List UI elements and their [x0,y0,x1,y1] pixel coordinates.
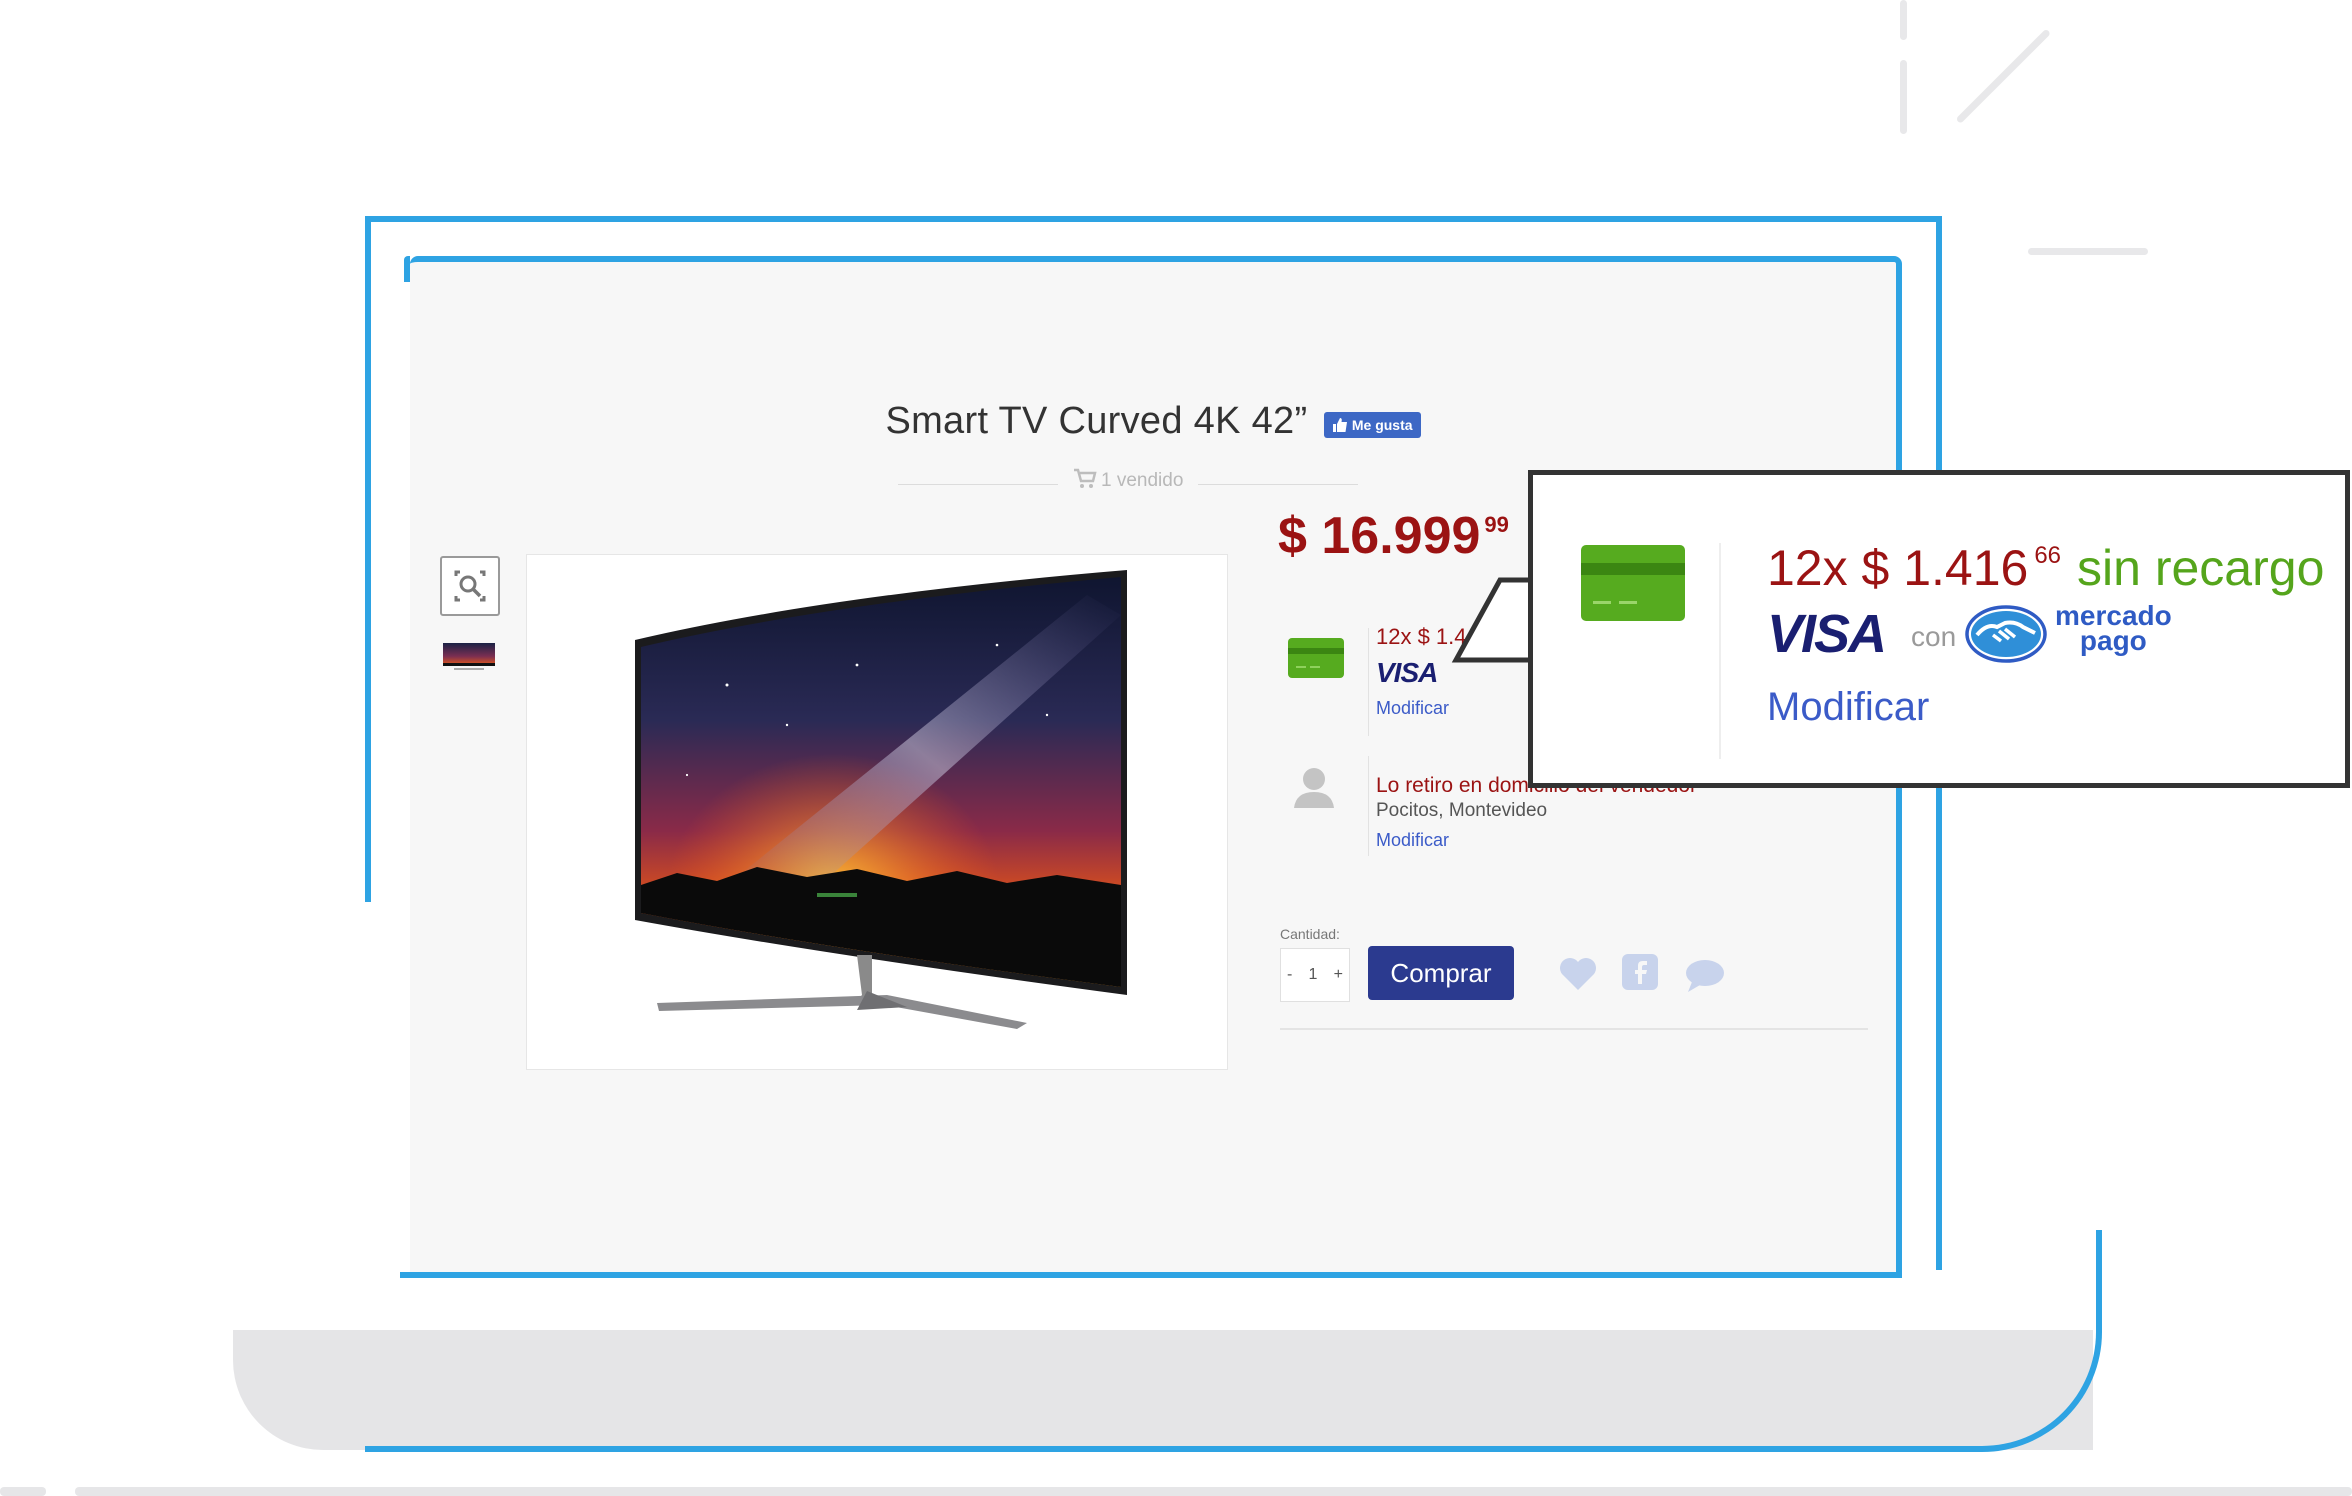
zoom-thumbnail[interactable] [440,556,500,616]
tv-image [635,570,1127,1029]
pickup-location: Pocitos, Montevideo [1376,800,1548,821]
quantity-stepper[interactable]: - 1 + [1280,948,1350,1002]
quantity-decrease-button[interactable]: - [1287,966,1292,984]
cart-icon [1073,468,1097,488]
decor-stroke-horizontal [2028,248,2148,255]
zoom-icon [454,570,486,602]
handshake-icon [1965,605,2047,668]
thumbs-up-icon [1332,417,1347,432]
modify-payment-link[interactable]: Modificar [1767,685,1929,730]
modify-pickup-link[interactable]: Modificar [1376,830,1449,851]
page-title: Smart TV Curved 4K 42” [885,400,1308,442]
title-row: Smart TV Curved 4K 42” Me gusta [410,400,1896,443]
payment-zoom-callout: 12x $ 1.416 66 sin recargo VISA con mercad… [1528,470,2350,788]
decor-stroke-vertical [1900,0,1907,40]
heart-icon[interactable] [1558,956,1598,997]
comment-icon[interactable] [1684,958,1726,999]
quantity-label: Cantidad: [1280,926,1340,942]
quantity-value[interactable]: 1 [1309,966,1318,984]
sold-count: 1 vendido [898,468,1358,498]
product-image[interactable] [526,554,1228,1070]
decor-stroke-diagonal [1955,28,2051,124]
visa-logo: VISA [1767,604,1887,664]
floor-line [75,1487,2352,1496]
callout-pointer [1451,577,1540,663]
mercado-pago-logo: mercado pago [2055,600,2172,656]
con-label: con [1911,621,1957,652]
buy-button[interactable]: Comprar [1368,946,1514,1000]
facebook-icon[interactable] [1622,954,1658,995]
credit-card-icon [1581,545,1685,626]
installments-text: 12x $ 1.416 66 sin recargo [1767,540,2325,596]
tv-thumbnail[interactable] [440,637,498,677]
modify-payment-link[interactable]: Modificar [1376,698,1449,719]
facebook-like-button[interactable]: Me gusta [1323,411,1421,438]
quantity-increase-button[interactable]: + [1334,966,1343,984]
credit-card-icon [1288,638,1344,683]
product-price: $ 16.999 99 [1278,507,1509,565]
user-icon [1292,766,1336,813]
visa-logo: VISA [1376,657,1438,688]
floor-line [0,1487,46,1496]
decor-stroke-vertical [1900,60,1907,134]
